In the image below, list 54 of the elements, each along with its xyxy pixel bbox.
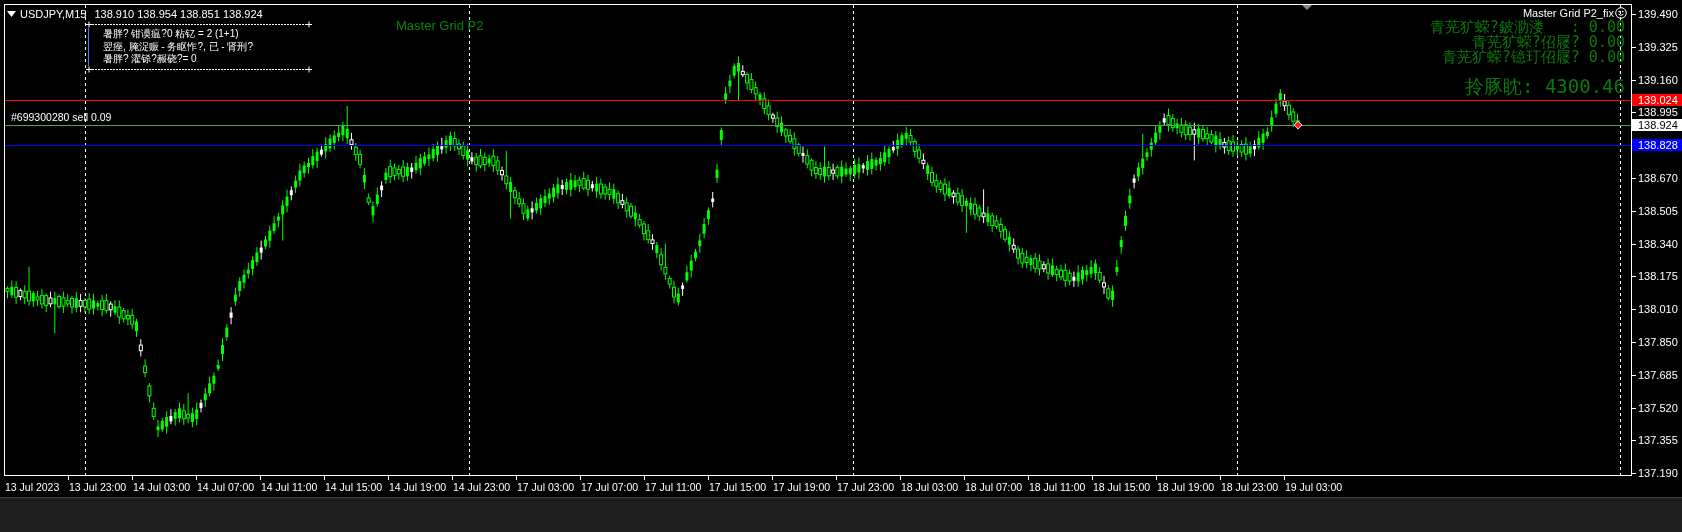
- expert-name: Master Grid P2_fix: [1522, 7, 1614, 19]
- time-label: 18 Jul 07:00: [965, 481, 1023, 493]
- price-label: 137.190: [1638, 468, 1678, 480]
- time-label: 18 Jul 11:00: [1029, 481, 1086, 493]
- info-line: 暑胖? 钳谟瘟?0 粘钇 = 2 (1+1): [88, 28, 239, 41]
- dropdown-triangle-icon[interactable]: [7, 11, 16, 17]
- time-label: 18 Jul 03:00: [901, 481, 959, 493]
- ohlc-values: 138.910 138.954 138.851 138.924: [94, 8, 263, 20]
- price-label: 139.325: [1638, 41, 1678, 53]
- price-label: 139.490: [1638, 9, 1678, 20]
- time-label: 19 Jul 03:00: [1285, 481, 1343, 493]
- time-label: 17 Jul 11:00: [645, 481, 702, 493]
- stat-line: 青茪犷蝾?镱玎佋屦? 0.00: [1441, 50, 1625, 65]
- time-label: 17 Jul 19:00: [773, 481, 831, 493]
- smiley-icon[interactable]: [1615, 7, 1627, 19]
- price-label: 138.505: [1638, 205, 1678, 217]
- price-label: 137.850: [1638, 336, 1678, 348]
- time-label: 14 Jul 19:00: [389, 481, 447, 493]
- time-label: 18 Jul 19:00: [1157, 481, 1215, 493]
- balance-text: 拎豚眈: 4300.46: [1465, 75, 1625, 97]
- time-label: 18 Jul 15:00: [1093, 481, 1151, 493]
- time-label: 14 Jul 11:00: [261, 481, 318, 493]
- time-label: 17 Jul 15:00: [709, 481, 767, 493]
- time-label: 14 Jul 03:00: [133, 481, 191, 493]
- price-label: 137.355: [1638, 435, 1678, 447]
- indicator-label: Master Grid P2: [396, 18, 484, 33]
- price-label: 137.520: [1638, 402, 1678, 414]
- price-label: 138.010: [1638, 304, 1678, 316]
- price-tag: 139.024: [1632, 94, 1682, 106]
- price-label: 138.670: [1638, 173, 1678, 184]
- time-label: 13 Jul 2023: [5, 481, 60, 493]
- time-label: 18 Jul 23:00: [1221, 481, 1279, 493]
- price-label: 137.685: [1638, 369, 1678, 381]
- info-line: 翌痤, 腌浞赈 - 务眍怍?, 已 - 肾刑?: [88, 40, 253, 53]
- price-label: 138.340: [1638, 238, 1678, 250]
- chart-shift-icon: [1302, 5, 1312, 10]
- time-label: 13 Jul 23:00: [69, 481, 127, 493]
- stat-line: 青茪犷蝾?佋屦? 0.00: [1471, 35, 1625, 50]
- price-label: 138.995: [1638, 107, 1678, 119]
- info-line: 暑胖? 濯铩?赧硗?= 0: [88, 53, 197, 66]
- price-tag: 138.828: [1632, 139, 1682, 151]
- time-label: 14 Jul 23:00: [453, 481, 511, 493]
- stat-line: 青茪犷蝾?鈹泐溇 : 0.00: [1429, 20, 1625, 35]
- time-label: 17 Jul 23:00: [837, 481, 895, 493]
- symbol-label: USDJPY,M15: [20, 8, 87, 20]
- price-label: 138.175: [1638, 271, 1678, 283]
- time-label: 17 Jul 07:00: [581, 481, 639, 493]
- order-label: #699300280 sell 0.09: [11, 111, 112, 123]
- time-label: 17 Jul 03:00: [517, 481, 575, 493]
- diamond-icon: [1293, 120, 1303, 130]
- time-label: 14 Jul 15:00: [325, 481, 383, 493]
- price-label: 139.160: [1638, 74, 1678, 86]
- time-label: 14 Jul 07:00: [197, 481, 255, 493]
- price-tag: 138.924: [1632, 119, 1682, 131]
